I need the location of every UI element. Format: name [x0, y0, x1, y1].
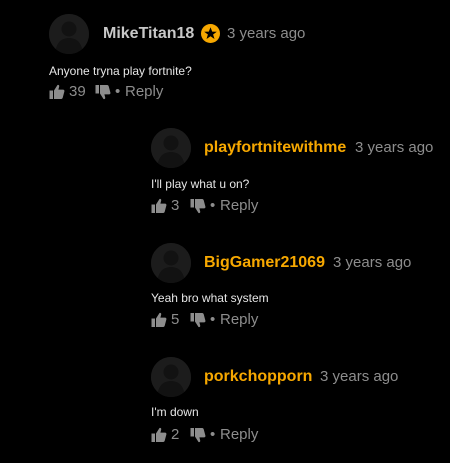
timestamp: 3 years ago [355, 139, 434, 156]
user-silhouette-icon [49, 14, 89, 54]
comment-actions: 5 • Reply [151, 310, 351, 330]
reply-button[interactable]: Reply [220, 425, 258, 445]
username[interactable]: porkchopporn [204, 367, 312, 387]
separator: • [210, 426, 216, 443]
comment-text: Anyone tryna play fortnite? [49, 64, 192, 78]
comment-actions: 2 • Reply [151, 425, 351, 445]
username[interactable]: playfortnitewithme [204, 138, 346, 158]
like-count: 3 [171, 197, 180, 214]
timestamp: 3 years ago [320, 368, 399, 385]
thumbs-up-icon[interactable] [151, 312, 167, 328]
comment-actions: 3 • Reply [151, 196, 351, 216]
avatar[interactable] [49, 14, 89, 54]
user-silhouette-icon [151, 243, 191, 283]
like-count: 5 [171, 311, 180, 328]
timestamp: 3 years ago [227, 25, 306, 42]
timestamp: 3 years ago [333, 254, 412, 271]
user-silhouette-icon [151, 357, 191, 397]
thumbs-down-icon[interactable] [95, 84, 111, 100]
like-count: 2 [171, 426, 180, 443]
separator: • [210, 197, 216, 214]
thumbs-down-icon[interactable] [190, 198, 206, 214]
thumbs-up-icon[interactable] [151, 427, 167, 443]
avatar[interactable] [151, 243, 191, 283]
avatar[interactable] [151, 128, 191, 168]
separator: • [210, 311, 216, 328]
thumbs-up-icon[interactable] [151, 198, 167, 214]
reply-button[interactable]: Reply [220, 196, 258, 216]
comment-text: I'm down [151, 405, 199, 419]
thumbs-up-icon[interactable] [49, 84, 65, 100]
like-count: 39 [69, 83, 86, 100]
thumbs-down-icon[interactable] [190, 427, 206, 443]
comment-text: Yeah bro what system [151, 291, 269, 305]
avatar[interactable] [151, 357, 191, 397]
username[interactable]: MikeTitan18 [103, 24, 194, 44]
star-icon [201, 24, 220, 43]
separator: • [115, 83, 121, 100]
reply-button[interactable]: Reply [220, 310, 258, 330]
username[interactable]: BigGamer21069 [204, 253, 325, 273]
reply-button[interactable]: Reply [125, 82, 163, 102]
comment-actions: 39 • Reply [49, 82, 249, 102]
reply-item: porkchopporn 3 years ago I'm down 2 • Re… [0, 340, 450, 463]
user-silhouette-icon [151, 128, 191, 168]
badge [201, 24, 220, 43]
reply-item: playfortnitewithme 3 years ago I'll play… [0, 110, 450, 225]
comment-item: MikeTitan18 3 years ago Anyone tryna pla… [0, 0, 450, 110]
comment-text: I'll play what u on? [151, 177, 250, 191]
reply-item: BigGamer21069 3 years ago Yeah bro what … [0, 225, 450, 340]
thumbs-down-icon[interactable] [190, 312, 206, 328]
